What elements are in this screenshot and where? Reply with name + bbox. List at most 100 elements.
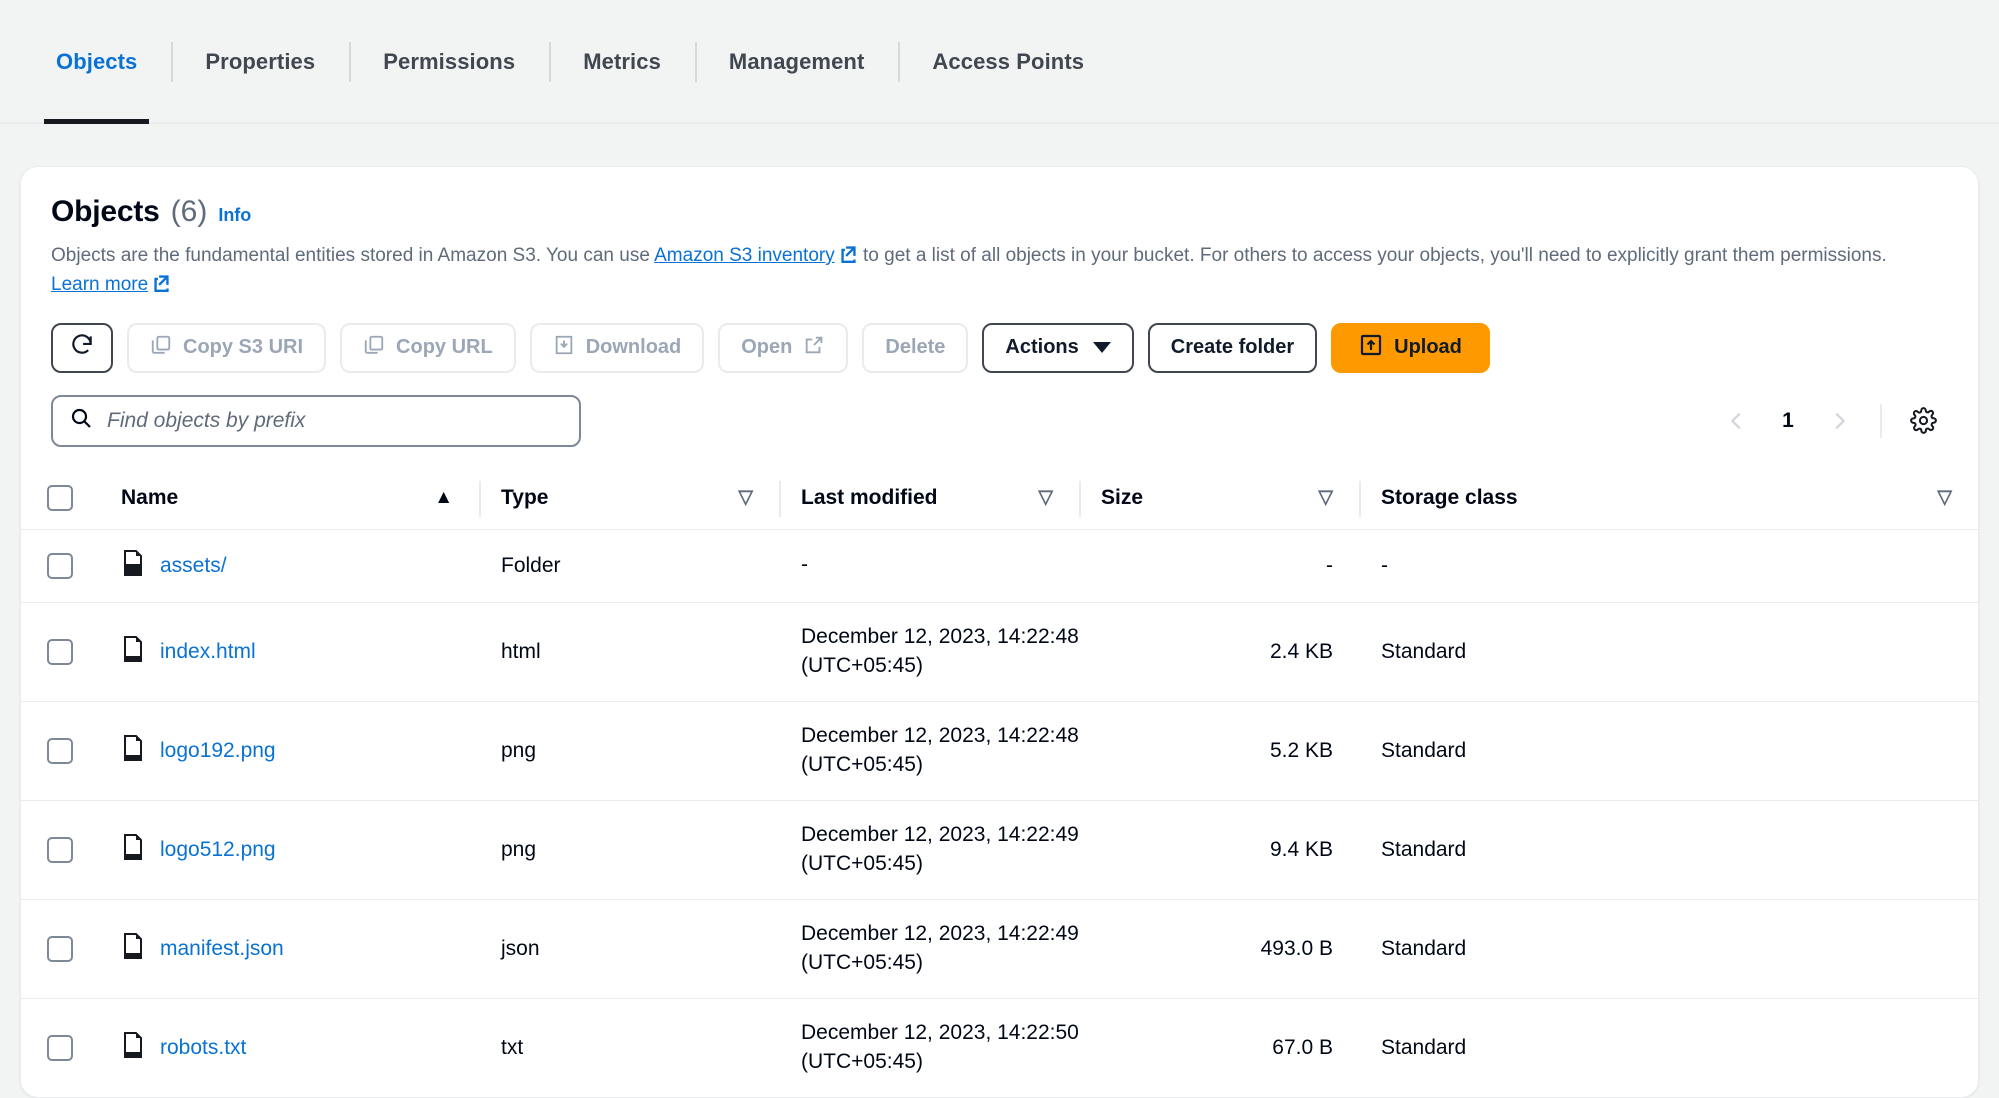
row-checkbox[interactable] xyxy=(47,552,73,579)
select-all-checkbox[interactable] xyxy=(47,484,73,511)
actions-button[interactable]: Actions xyxy=(982,322,1134,373)
download-icon xyxy=(553,334,575,362)
open-button[interactable]: Open xyxy=(718,322,849,373)
last-modified-date: December 12, 2023, 14:22:48 xyxy=(801,723,1079,747)
object-name-link[interactable]: index.html xyxy=(160,640,256,664)
storage-class-cell: Standard xyxy=(1359,602,1978,702)
row-checkbox[interactable] xyxy=(47,737,73,764)
type-cell: txt xyxy=(501,1035,524,1059)
type-cell: html xyxy=(479,602,779,702)
select-all-header xyxy=(21,468,99,530)
chevron-down-icon xyxy=(1092,342,1111,354)
row-select-cell xyxy=(21,998,99,1096)
storage-class-cell: - xyxy=(1359,529,1978,603)
storage-class-cell: Standard xyxy=(1359,899,1978,999)
object-name-link[interactable]: logo512.png xyxy=(160,838,276,862)
search-input[interactable] xyxy=(107,408,563,433)
pagination: 1 xyxy=(1712,396,1948,446)
file-icon xyxy=(121,1031,145,1064)
last-modified-date: - xyxy=(801,553,808,577)
search-and-pagination: 1 xyxy=(51,394,1948,447)
column-header-last-modified[interactable]: Last modified ▽ xyxy=(779,468,1079,530)
size-cell: 5.2 KB xyxy=(1079,701,1359,801)
column-label-last-modified: Last modified xyxy=(801,485,938,509)
tab-label: Metrics xyxy=(583,49,661,74)
type-cell: json xyxy=(479,899,779,999)
row-checkbox[interactable] xyxy=(47,638,73,665)
tab-label: Access Points xyxy=(932,49,1085,74)
table-row: robots.txt txt December 12, 2023, 14:22:50… xyxy=(21,998,1978,1096)
table-row: index.html html December 12, 2023, 14:22:4… xyxy=(21,602,1978,702)
object-name-link[interactable]: manifest.json xyxy=(160,937,284,961)
file-icon xyxy=(121,734,145,767)
row-checkbox[interactable] xyxy=(47,1034,73,1061)
tab-objects[interactable]: Objects xyxy=(22,0,171,124)
copy-s3-uri-label: Copy S3 URI xyxy=(183,336,304,359)
copy-url-label: Copy URL xyxy=(396,336,493,359)
download-button[interactable]: Download xyxy=(529,322,705,373)
objects-toolbar: Copy S3 URI Copy URL Download Open Delet… xyxy=(51,322,1948,373)
next-page-button[interactable] xyxy=(1814,396,1864,446)
tab-management[interactable]: Management xyxy=(695,0,898,124)
column-label-size: Size xyxy=(1101,485,1144,509)
actions-label: Actions xyxy=(1005,336,1079,359)
preferences-button[interactable] xyxy=(1898,396,1948,446)
column-header-type[interactable]: Type ▽ xyxy=(479,468,779,530)
create-folder-button[interactable]: Create folder xyxy=(1147,322,1318,373)
last-modified-timezone: (UTC+05:45) xyxy=(801,752,923,776)
last-modified-timezone: (UTC+05:45) xyxy=(801,653,923,677)
row-select-cell xyxy=(21,602,99,702)
column-header-storage-class[interactable]: Storage class ▽ xyxy=(1359,468,1978,530)
delete-button[interactable]: Delete xyxy=(862,322,969,373)
learn-more-link[interactable]: Learn more xyxy=(51,274,148,295)
table-head: Name ▲ Type ▽ Last modified ▽ Size ▽ Sto… xyxy=(21,468,1978,530)
amazon-s3-inventory-link[interactable]: Amazon S3 inventory xyxy=(654,245,835,266)
pagination-divider xyxy=(1880,403,1882,438)
description-text-2: to get a list of all objects in your buc… xyxy=(857,245,1887,266)
create-folder-label: Create folder xyxy=(1170,336,1295,359)
last-modified-cell: December 12, 2023, 14:22:50 (UTC+05:45) xyxy=(779,998,1079,1096)
copy-s3-uri-button[interactable]: Copy S3 URI xyxy=(127,322,327,373)
prev-page-button[interactable] xyxy=(1712,396,1762,446)
tab-label: Permissions xyxy=(383,49,516,74)
last-modified-cell: December 12, 2023, 14:22:48 (UTC+05:45) xyxy=(779,701,1079,801)
tab-access-points[interactable]: Access Points xyxy=(898,0,1118,124)
tab-permissions[interactable]: Permissions xyxy=(349,0,549,124)
page-number-1[interactable]: 1 xyxy=(1766,409,1810,433)
last-modified-date: December 12, 2023, 14:22:48 xyxy=(801,624,1079,648)
storage-class-cell: Standard xyxy=(1381,1035,1467,1059)
size-cell: - xyxy=(1079,529,1359,603)
row-checkbox[interactable] xyxy=(47,836,73,863)
copy-url-button[interactable]: Copy URL xyxy=(340,322,516,373)
row-checkbox[interactable] xyxy=(47,935,73,962)
page-title: Objects xyxy=(51,195,160,228)
type-cell: png xyxy=(479,800,779,900)
object-name-link[interactable]: logo192.png xyxy=(160,739,276,763)
open-label: Open xyxy=(741,336,793,359)
last-modified-cell: December 12, 2023, 14:22:49 (UTC+05:45) xyxy=(779,800,1079,900)
name-cell: assets/ xyxy=(99,529,479,603)
download-label: Download xyxy=(585,336,682,359)
copy-icon-2 xyxy=(363,334,385,362)
last-modified-timezone: (UTC+05:45) xyxy=(801,851,923,875)
search-icon xyxy=(69,406,93,435)
tab-metrics[interactable]: Metrics xyxy=(549,0,695,124)
name-cell: manifest.json xyxy=(99,899,479,999)
object-name-link[interactable]: assets/ xyxy=(160,554,227,578)
last-modified-date: December 12, 2023, 14:22:49 xyxy=(801,921,1079,945)
object-name-link[interactable]: robots.txt xyxy=(160,1036,246,1060)
column-header-name[interactable]: Name ▲ xyxy=(99,468,479,530)
column-header-size[interactable]: Size ▽ xyxy=(1079,468,1359,530)
tab-label: Properties xyxy=(205,49,316,74)
size-cell: 9.4 KB xyxy=(1079,800,1359,900)
info-link[interactable]: Info xyxy=(218,205,251,226)
name-cell: index.html xyxy=(99,602,479,702)
external-link-icon-2 xyxy=(152,273,171,301)
tab-properties[interactable]: Properties xyxy=(171,0,349,124)
upload-button[interactable]: Upload xyxy=(1331,322,1490,373)
sort-indicator-last-modified: ▽ xyxy=(1038,487,1053,509)
last-modified-date: December 12, 2023, 14:22:49 xyxy=(801,822,1079,846)
refresh-button[interactable] xyxy=(51,322,113,373)
size-cell: 2.4 KB xyxy=(1079,602,1359,702)
row-select-cell xyxy=(21,800,99,900)
